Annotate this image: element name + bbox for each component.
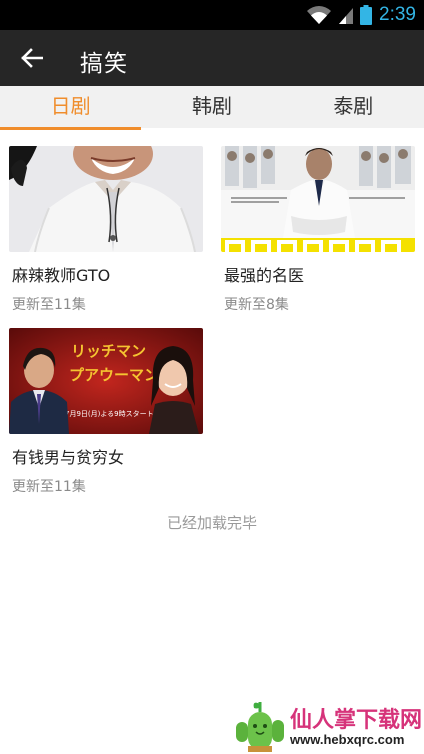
show-poster bbox=[221, 146, 415, 252]
tab-japanese-drama[interactable]: 日剧 bbox=[0, 86, 142, 130]
tab-thai-drama[interactable]: 泰剧 bbox=[283, 86, 424, 128]
back-arrow-icon bbox=[21, 48, 43, 68]
app-bar: 搞笑 bbox=[0, 30, 424, 86]
end-of-list-text: 已经加载完毕 bbox=[166, 514, 257, 532]
show-episode-status: 更新至11集 bbox=[12, 297, 86, 313]
poster-title-line1: リッチマン bbox=[71, 342, 146, 360]
show-title: 最强的名医 bbox=[224, 266, 305, 285]
poster-title-line2: プアウーマン bbox=[69, 366, 159, 384]
show-episode-status: 更新至8集 bbox=[224, 297, 289, 313]
back-button[interactable] bbox=[14, 42, 50, 74]
watermark-url: www.hebxqrc.com bbox=[290, 732, 405, 747]
show-episode-status: 更新至11集 bbox=[12, 479, 86, 495]
show-card[interactable]: 麻辣教师GTO 更新至11集 bbox=[9, 146, 203, 314]
show-poster: リッチマン プアウーマン 7月9日(月)よる9時スタート bbox=[9, 328, 203, 434]
poster-airdate: 7月9日(月)よる9時スタート bbox=[65, 409, 154, 418]
show-poster bbox=[9, 146, 203, 252]
show-title: 麻辣教师GTO bbox=[12, 266, 111, 285]
status-bar: 2:39 bbox=[0, 0, 424, 30]
signal-icon bbox=[339, 8, 353, 24]
status-time: 2:39 bbox=[379, 4, 416, 25]
tab-korean-drama[interactable]: 韩剧 bbox=[141, 86, 282, 128]
tab-bar: 日剧 韩剧 泰剧 bbox=[0, 86, 424, 130]
status-icons bbox=[306, 5, 372, 25]
page-title: 搞笑 bbox=[80, 51, 128, 77]
cactus-logo-icon bbox=[236, 702, 284, 752]
show-card[interactable]: 最强的名医 更新至8集 bbox=[221, 146, 415, 314]
wifi-icon bbox=[307, 6, 331, 24]
show-title: 有钱男与贫穷女 bbox=[12, 448, 125, 467]
show-card[interactable]: リッチマン プアウーマン 7月9日(月)よる9時スタート 有钱男与贫穷女 更新至… bbox=[9, 328, 203, 496]
watermark: 仙人掌下载网 www.hebxqrc.com bbox=[234, 700, 424, 754]
watermark-brand: 仙人掌下载网 bbox=[290, 708, 423, 733]
battery-icon bbox=[360, 5, 372, 25]
